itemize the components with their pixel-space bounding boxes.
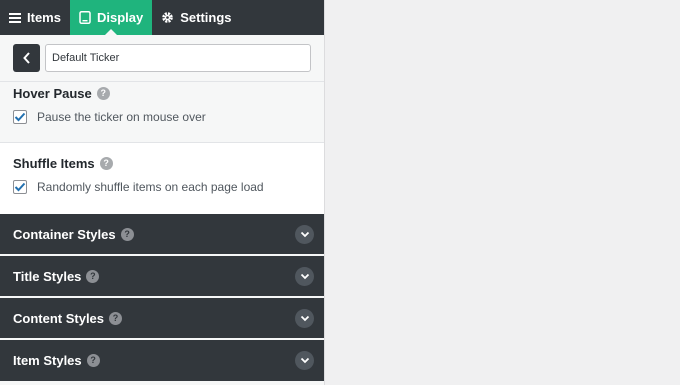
- accordion-title-text: Title Styles: [13, 268, 82, 284]
- tablet-icon: [79, 11, 91, 24]
- checkbox-label: Randomly shuffle items on each page load: [37, 180, 264, 194]
- accordion-title-text: Item Styles: [13, 353, 82, 368]
- chevron-down-icon[interactable]: [295, 224, 314, 244]
- help-icon[interactable]: ?: [99, 157, 113, 170]
- accordion-title: Item Styles ?: [13, 353, 100, 368]
- back-button[interactable]: [13, 44, 40, 72]
- shuffle-items-title: Shuffle Items ?: [13, 156, 311, 171]
- accordion-content-styles[interactable]: Content Styles ?: [0, 298, 324, 338]
- accordion-title: Content Styles ?: [13, 310, 123, 326]
- help-icon[interactable]: ?: [109, 311, 123, 325]
- tab-bar: Items Display Settings: [0, 0, 324, 35]
- checkbox-label: Pause the ticker on mouse over: [37, 110, 206, 124]
- tab-display[interactable]: Display: [69, 0, 153, 35]
- gear-icon: [161, 11, 174, 24]
- accordion-title-text: Content Styles: [13, 310, 105, 326]
- tab-items[interactable]: Items: [0, 0, 70, 35]
- accordion-group: Container Styles ? Title Styles ? Conten…: [0, 214, 324, 381]
- checkmark-icon: [14, 182, 26, 192]
- ticker-name-input[interactable]: [45, 44, 311, 72]
- help-icon[interactable]: ?: [120, 227, 134, 241]
- tab-settings[interactable]: Settings: [152, 0, 240, 35]
- chevron-down-icon[interactable]: [295, 351, 314, 370]
- chevron-down-icon[interactable]: [295, 308, 314, 328]
- accordion-title-text: Container Styles: [13, 226, 116, 242]
- shuffle-items-checkbox[interactable]: [13, 180, 27, 194]
- hover-pause-option: Pause the ticker on mouse over: [13, 110, 311, 124]
- tab-label: Settings: [180, 10, 232, 25]
- chevron-down-icon[interactable]: [295, 266, 314, 286]
- shuffle-items-section: Shuffle Items ? Randomly shuffle items o…: [0, 143, 324, 214]
- tab-label: Items: [27, 10, 61, 25]
- shuffle-items-option: Randomly shuffle items on each page load: [13, 180, 311, 194]
- hover-pause-section: Hover Pause ? Pause the ticker on mouse …: [0, 82, 324, 143]
- accordion-title-styles[interactable]: Title Styles ?: [0, 256, 324, 296]
- ticker-settings-panel: Items Display Settings Hover Pause ?: [0, 0, 325, 385]
- accordion-title: Container Styles ?: [13, 227, 134, 242]
- accordion-item-styles[interactable]: Item Styles ?: [0, 340, 324, 381]
- tab-label: Display: [96, 10, 144, 25]
- help-icon[interactable]: ?: [96, 87, 110, 100]
- accordion-container-styles[interactable]: Container Styles ?: [0, 214, 324, 254]
- section-title-text: Shuffle Items: [13, 156, 95, 171]
- checkmark-icon: [14, 112, 26, 122]
- help-icon[interactable]: ?: [86, 269, 100, 283]
- accordion-title: Title Styles ?: [13, 268, 100, 284]
- menu-icon: [9, 12, 21, 23]
- help-icon[interactable]: ?: [86, 354, 100, 367]
- hover-pause-checkbox[interactable]: [13, 110, 27, 124]
- hover-pause-title: Hover Pause ?: [13, 86, 311, 101]
- chevron-left-icon: [22, 52, 30, 64]
- title-bar: [0, 35, 324, 82]
- section-title-text: Hover Pause: [13, 86, 92, 101]
